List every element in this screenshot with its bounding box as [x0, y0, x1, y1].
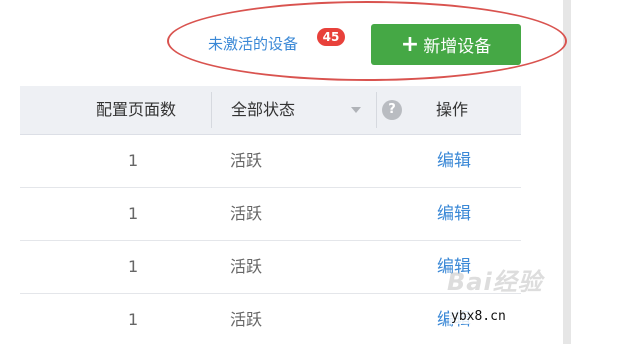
edit-link[interactable]: 编辑: [437, 135, 471, 187]
cell-pages: 1: [128, 151, 139, 170]
edit-link[interactable]: 编辑: [437, 188, 471, 240]
column-divider: [211, 92, 212, 128]
cell-pages: 1: [128, 310, 139, 329]
add-device-label: 新增设备: [423, 37, 492, 57]
cell-pages: 1: [128, 204, 139, 223]
caret-down-icon[interactable]: [351, 107, 361, 113]
cell-status: 活跃: [230, 204, 263, 223]
table-row: 1 活跃 编辑: [20, 135, 521, 188]
cell-status: 活跃: [230, 257, 263, 276]
inactive-count-badge: 45: [317, 28, 345, 46]
table-row: 1 活跃 编辑: [20, 188, 521, 241]
table-header: 配置页面数 全部状态 ? 操作: [20, 86, 521, 135]
edit-link[interactable]: 编辑: [437, 241, 471, 293]
column-divider: [376, 92, 377, 128]
question-circle-icon[interactable]: ?: [382, 100, 402, 120]
column-header-actions: 操作: [436, 100, 469, 119]
add-device-button[interactable]: + 新增设备: [371, 24, 521, 65]
cell-status: 活跃: [230, 151, 263, 170]
inactive-devices-link[interactable]: 未激活的设备: [208, 33, 298, 54]
column-header-pages: 配置页面数: [96, 100, 177, 119]
site-watermark: ybx8.cn: [449, 309, 508, 324]
status-filter-dropdown[interactable]: 全部状态: [231, 86, 295, 134]
scrollbar-track[interactable]: [563, 0, 571, 344]
table-row: 1 活跃 编辑: [20, 294, 521, 344]
cell-status: 活跃: [230, 310, 263, 329]
cell-pages: 1: [128, 257, 139, 276]
device-table: 配置页面数 全部状态 ? 操作 1 活跃 编辑 1 活跃 编辑 1 活跃 编辑 …: [20, 86, 521, 344]
table-row: 1 活跃 编辑: [20, 241, 521, 294]
plus-icon: +: [400, 31, 420, 57]
device-list-page: 未激活的设备 45 + 新增设备 配置页面数 全部状态 ? 操作 1 活跃 编辑…: [0, 0, 630, 344]
